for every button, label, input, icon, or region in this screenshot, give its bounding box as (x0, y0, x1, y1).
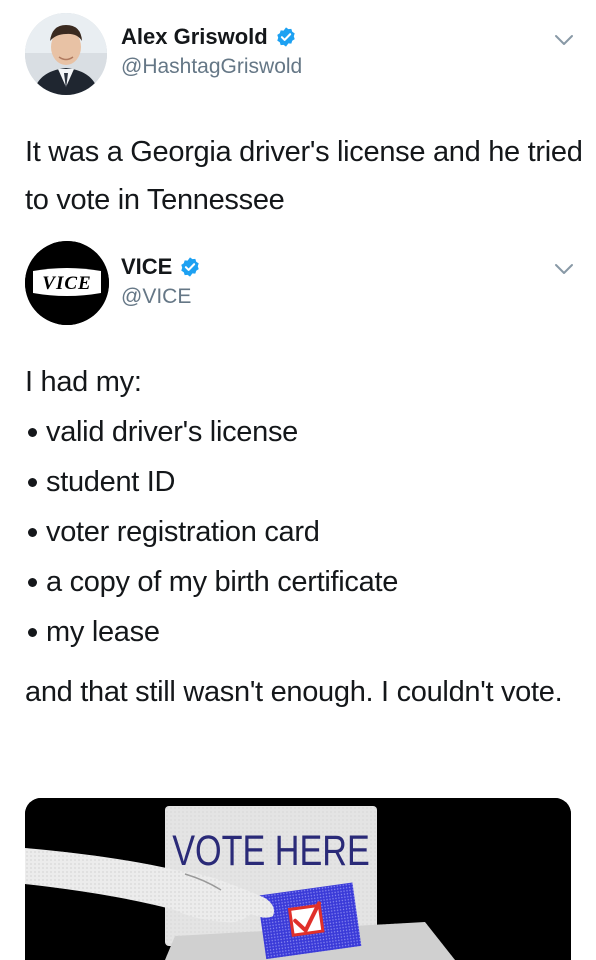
list-item: valid driver's license (25, 407, 585, 457)
verified-badge-icon (277, 27, 295, 47)
bullet-icon (28, 627, 37, 637)
quoted-author-name-row: VICE (121, 254, 201, 280)
author-name[interactable]: Alex Griswold (121, 24, 268, 50)
tweet-text: It was a Georgia driver's license and he… (25, 136, 583, 216)
quoted-author-handle[interactable]: @VICE (121, 285, 191, 309)
author-photo (25, 13, 107, 95)
quoted-author-name[interactable]: VICE (121, 254, 172, 280)
bullet-icon (28, 577, 37, 587)
author-name-row: Alex Griswold (121, 24, 297, 50)
quoted-intro: I had my: (25, 366, 142, 398)
list-item: a copy of my birth certificate (25, 557, 585, 607)
list-item: voter registration card (25, 507, 585, 557)
verified-badge-icon (181, 257, 200, 277)
chevron-down-icon[interactable] (554, 263, 574, 275)
list-item-text: student ID (46, 466, 176, 498)
author-handle[interactable]: @HashtagGriswold (121, 55, 302, 79)
list-item-text: a copy of my birth certificate (46, 566, 399, 598)
vote-illustration: VOTE HERE (25, 798, 571, 960)
list-item: my lease (25, 607, 585, 657)
ballot (257, 882, 362, 960)
quoted-avatar[interactable]: VICE (25, 241, 109, 325)
quoted-tweet-text: I had my: valid driver's license student… (25, 357, 585, 717)
bullet-icon (28, 477, 37, 487)
quoted-outro: and that still wasn't enough. I couldn't… (25, 676, 563, 708)
list-item-text: valid driver's license (46, 416, 298, 448)
chevron-down-icon[interactable] (554, 34, 574, 46)
vice-logo-text: VICE (42, 273, 91, 294)
bullet-icon (28, 427, 37, 437)
avatar[interactable] (25, 13, 107, 95)
media-image[interactable]: VOTE HERE (25, 798, 571, 960)
list-item: student ID (25, 457, 585, 507)
list-item-text: my lease (46, 616, 160, 648)
vote-sign-text: VOTE HERE (172, 827, 370, 874)
vice-logo: VICE (25, 241, 109, 325)
bullet-icon (28, 527, 37, 537)
list-item-text: voter registration card (46, 516, 320, 548)
